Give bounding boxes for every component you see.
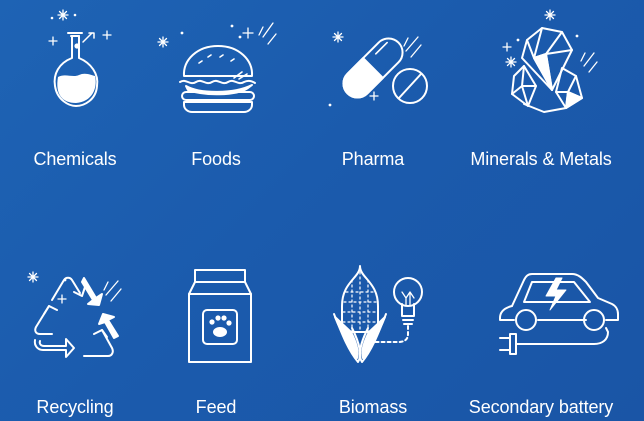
industry-tile-pharma[interactable]: Pharma [298,0,448,190]
pill-capsule-icon [318,6,433,116]
industry-label: Minerals & Metals [470,149,612,169]
industry-label: Biomass [338,397,408,417]
feed-bag-icon [185,266,255,366]
industry-label: Secondary battery [468,397,614,417]
recycle-icon [22,260,137,370]
industry-tile-minerals-metals[interactable]: Minerals & Metals [466,0,616,190]
industry-tile-chemicals[interactable]: Chemicals [0,0,150,190]
industry-tile-biomass[interactable]: Biomass [298,240,448,421]
industry-label: Pharma [341,149,405,169]
industry-tile-recycling[interactable]: Recycling [0,240,150,421]
industry-label: Chemicals [33,149,117,169]
crystal-icon [494,6,609,116]
corn-bulb-icon [330,262,430,372]
electric-car-icon [494,268,624,358]
industry-label: Feed [195,397,237,417]
industry-tile-foods[interactable]: Foods [141,0,291,190]
industry-tile-feed[interactable]: Feed [141,240,291,421]
flask-icon [25,6,135,116]
industry-tile-secondary-battery[interactable]: Secondary battery [466,240,616,421]
burger-icon [156,6,276,116]
industry-label: Recycling [36,397,114,417]
industry-label: Foods [191,149,241,169]
